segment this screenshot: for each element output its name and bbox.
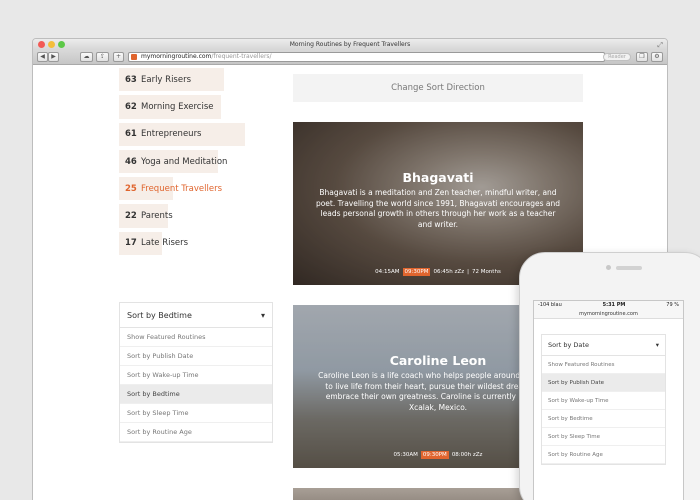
category-item[interactable]: 62 Morning Exercise xyxy=(119,93,273,120)
add-tab-icon[interactable]: + xyxy=(113,52,124,62)
close-window-button[interactable] xyxy=(38,41,45,48)
wake-time: 05:30AM xyxy=(393,452,418,458)
category-count: 25 xyxy=(125,183,137,194)
mobile-sort-option[interactable]: Sort by Sleep Time xyxy=(542,428,665,446)
mobile-sort-option[interactable]: Sort by Routine Age xyxy=(542,446,665,464)
reader-button[interactable]: Reader xyxy=(603,53,631,61)
status-bar: -104 blau 5:31 PM 79 % xyxy=(534,301,683,310)
cloud-icon[interactable]: ☁ xyxy=(80,52,93,62)
mobile-sort-dropdown: Sort by Date ▾ Show Featured Routines Sor… xyxy=(541,334,666,465)
wake-time: 04:15AM xyxy=(375,269,400,275)
url-path: /frequent-travellers/ xyxy=(211,53,272,60)
category-item[interactable]: 63 Early Risers xyxy=(119,66,273,93)
category-count: 63 xyxy=(125,74,137,85)
sort-option[interactable]: Sort by Wake-up Time xyxy=(120,366,272,385)
category-list: 63 Early Risers 62 Morning Exercise 61 Entrep… xyxy=(119,66,273,257)
caret-down-icon: ▾ xyxy=(655,341,659,349)
speaker-grille xyxy=(616,266,642,270)
camera-icon xyxy=(606,265,611,270)
address-bar[interactable]: mymorningroutine.com/frequent-travellers… xyxy=(128,52,605,62)
category-count: 62 xyxy=(125,101,137,112)
battery-level: 79 % xyxy=(666,302,679,308)
sleep-time: 06:45h zZz xyxy=(433,269,465,275)
bed-time: 09:30PM xyxy=(420,451,449,459)
sleep-time: 08:00h zZz xyxy=(451,452,483,458)
category-label: Frequent Travellers xyxy=(141,183,223,194)
category-count: 61 xyxy=(125,129,137,140)
zoom-window-button[interactable] xyxy=(58,41,65,48)
category-count: 22 xyxy=(125,211,137,222)
mobile-sort-option[interactable]: Sort by Bedtime xyxy=(542,410,665,428)
window-title: Morning Routines by Frequent Travellers xyxy=(289,41,411,48)
back-icon[interactable]: ◀ xyxy=(37,52,48,62)
carrier: -104 blau xyxy=(538,302,562,308)
mobile-sort-option[interactable]: Sort by Wake-up Time xyxy=(542,392,665,410)
phone-device: -104 blau 5:31 PM 79 % mymorningroutine.… xyxy=(519,252,700,500)
tabs-icon[interactable]: ❐ xyxy=(636,52,648,62)
sort-option[interactable]: Sort by Bedtime xyxy=(120,385,272,404)
sort-option[interactable]: Sort by Sleep Time xyxy=(120,404,272,423)
category-count: 17 xyxy=(125,238,137,249)
minimize-window-button[interactable] xyxy=(48,41,55,48)
sort-dropdown: Sort by Bedtime ▾ Show Featured Routines… xyxy=(119,302,273,443)
forward-icon[interactable]: ▶ xyxy=(48,52,59,62)
share-icon[interactable]: ⇪ xyxy=(96,52,109,62)
url-domain: mymorningroutine.com xyxy=(141,53,212,60)
change-sort-direction-button[interactable]: Change Sort Direction xyxy=(293,74,583,102)
sort-option[interactable]: Sort by Publish Date xyxy=(120,347,272,366)
mobile-url-bar[interactable]: mymorningroutine.com xyxy=(534,310,683,319)
category-label: Entrepreneurs xyxy=(141,129,202,140)
category-label: Yoga and Meditation xyxy=(141,156,228,167)
gear-icon[interactable]: ⚙ xyxy=(651,52,663,62)
category-item[interactable]: 17 Late Risers xyxy=(119,230,273,257)
status-time: 5:31 PM xyxy=(602,302,626,308)
mobile-sort-option[interactable]: Sort by Publish Date xyxy=(542,374,665,392)
card-description: Bhagavati is a meditation and Zen teache… xyxy=(315,188,561,229)
category-label: Late Risers xyxy=(141,238,189,249)
sort-selected-label: Sort by Bedtime xyxy=(127,310,192,320)
category-item[interactable]: 46 Yoga and Meditation xyxy=(119,148,273,175)
category-count: 46 xyxy=(125,156,137,167)
title-bar: Morning Routines by Frequent Travellers … xyxy=(33,39,667,50)
mobile-sort-select[interactable]: Sort by Date ▾ xyxy=(542,335,665,356)
category-item[interactable]: 61 Entrepreneurs xyxy=(119,121,273,148)
category-label: Early Risers xyxy=(141,74,192,85)
sort-option[interactable]: Show Featured Routines xyxy=(120,328,272,347)
mobile-sort-selected-label: Sort by Date xyxy=(548,341,589,349)
category-label: Morning Exercise xyxy=(141,101,214,112)
mobile-sort-option[interactable]: Show Featured Routines xyxy=(542,356,665,374)
caret-down-icon: ▾ xyxy=(260,310,265,320)
category-item[interactable]: 22 Parents xyxy=(119,202,273,229)
sort-option[interactable]: Sort by Routine Age xyxy=(120,423,272,442)
sort-select[interactable]: Sort by Bedtime ▾ xyxy=(120,303,272,328)
category-item[interactable]: 25 Frequent Travellers xyxy=(119,175,273,202)
bed-time: 09:30PM xyxy=(402,268,431,276)
card-name: Bhagavati xyxy=(402,170,474,185)
browser-toolbar: ◀ ▶ ☁ ⇪ + mymorningroutine.com/frequent-… xyxy=(33,50,667,65)
category-label: Parents xyxy=(141,211,173,222)
routine-age: 72 Months xyxy=(471,269,501,275)
favicon-icon xyxy=(131,54,137,60)
phone-screen: -104 blau 5:31 PM 79 % mymorningroutine.… xyxy=(533,300,684,500)
